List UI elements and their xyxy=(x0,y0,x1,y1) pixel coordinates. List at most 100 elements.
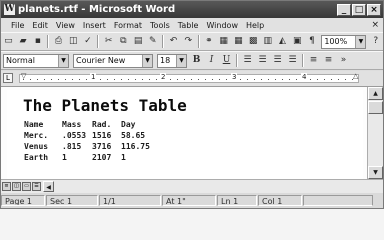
menu-help[interactable]: Help xyxy=(242,21,268,30)
formatting-toolbar: Normal ▼ Courier New ▼ 18 ▼ B I U ☰ ☰ ☰ … xyxy=(1,51,383,70)
menu-bar: File Edit View Insert Format Tools Table… xyxy=(1,18,383,32)
undo-icon[interactable]: ↶ xyxy=(167,35,180,48)
menu-table[interactable]: Table xyxy=(174,21,203,30)
header-cell: Name xyxy=(24,120,44,129)
ruler-number: 2 xyxy=(160,73,167,81)
status-line: Ln 1 xyxy=(217,195,257,206)
toolbar-separator xyxy=(197,35,200,48)
italic-button[interactable]: I xyxy=(205,54,218,67)
toolbar-separator xyxy=(162,35,165,48)
scroll-up-icon[interactable]: ▲ xyxy=(368,87,383,100)
cut-icon[interactable]: ✂ xyxy=(102,35,115,48)
bold-button[interactable]: B xyxy=(190,54,203,67)
underline-button[interactable]: U xyxy=(220,54,233,67)
save-icon[interactable]: ▪ xyxy=(31,35,44,48)
insert-table-icon[interactable]: ▦ xyxy=(232,35,245,48)
vertical-scrollbar[interactable]: ▲ ▼ xyxy=(367,87,383,179)
zoom-value: 100% xyxy=(324,36,348,46)
indent-marker-icon[interactable]: ▽ xyxy=(21,72,26,80)
format-painter-icon[interactable]: ✎ xyxy=(146,35,159,48)
table-row: Venus .815 3716 116.75 xyxy=(24,141,161,152)
status-page-of: 1/1 xyxy=(99,195,161,206)
insert-excel-icon[interactable]: ▩ xyxy=(247,35,260,48)
spelling-icon[interactable]: ✓ xyxy=(82,35,95,48)
header-cell: Mass xyxy=(62,120,82,129)
columns-icon[interactable]: ▥ xyxy=(261,35,274,48)
minimize-button[interactable]: _ xyxy=(337,3,351,16)
toolbar-separator xyxy=(47,35,50,48)
style-select[interactable]: Normal ▼ xyxy=(3,53,69,68)
paste-icon[interactable]: ▤ xyxy=(132,35,145,48)
font-size-value: 18 xyxy=(160,55,171,65)
bullets-icon[interactable]: ≡ xyxy=(322,54,335,67)
table-cell: .815 xyxy=(62,142,82,151)
tables-borders-icon[interactable]: ▦ xyxy=(217,35,230,48)
redo-icon[interactable]: ↷ xyxy=(182,35,195,48)
hyperlink-icon[interactable]: ⚭ xyxy=(203,35,216,48)
status-at: At 1" xyxy=(162,195,216,206)
title-bar[interactable]: W planets.rtf - Microsoft Word _ □ × xyxy=(1,1,383,18)
table-cell: 116.75 xyxy=(121,142,150,151)
help-icon[interactable]: ? xyxy=(369,35,382,48)
menu-window[interactable]: Window xyxy=(202,21,242,30)
maximize-button[interactable]: □ xyxy=(352,3,366,16)
outline-view-icon[interactable]: ☰ xyxy=(32,182,41,191)
print-preview-icon[interactable]: ◫ xyxy=(67,35,80,48)
new-document-icon[interactable]: ▭ xyxy=(2,35,15,48)
font-select[interactable]: Courier New ▼ xyxy=(73,53,153,68)
document-title: The Planets Table xyxy=(23,96,187,115)
table-cell: Merc. xyxy=(24,131,49,140)
close-button[interactable]: × xyxy=(367,3,381,16)
menu-edit[interactable]: Edit xyxy=(28,21,52,30)
normal-view-icon[interactable]: ≡ xyxy=(2,182,11,191)
menu-file[interactable]: File xyxy=(7,21,28,30)
ruler-track[interactable] xyxy=(19,74,359,83)
scroll-thumb[interactable] xyxy=(368,101,383,114)
toolbar-separator xyxy=(302,54,304,67)
justify-icon[interactable]: ☰ xyxy=(286,54,299,67)
menu-format[interactable]: Format xyxy=(110,21,146,30)
open-folder-icon[interactable]: ▰ xyxy=(17,35,30,48)
align-left-icon[interactable]: ☰ xyxy=(241,54,254,67)
table-cell: Venus xyxy=(24,142,49,151)
menu-view[interactable]: View xyxy=(52,21,79,30)
chevron-down-icon[interactable]: ▼ xyxy=(355,35,366,48)
chevron-down-icon[interactable]: ▼ xyxy=(142,54,152,67)
show-hide-icon[interactable]: ¶ xyxy=(306,35,319,48)
word-window: W planets.rtf - Microsoft Word _ □ × Fil… xyxy=(0,0,384,209)
document-page[interactable]: The Planets Table Name Mass Rad. Day Mer… xyxy=(7,90,363,179)
print-layout-view-icon[interactable]: ▭ xyxy=(22,182,31,191)
table-cell: 2107 xyxy=(92,153,112,162)
tab-selector[interactable]: L xyxy=(3,73,13,83)
status-column: Col 1 xyxy=(258,195,302,206)
close-document-icon[interactable]: × xyxy=(371,20,379,30)
right-indent-icon[interactable]: △ xyxy=(353,72,358,80)
document-map-icon[interactable]: ▣ xyxy=(291,35,304,48)
menu-tools[interactable]: Tools xyxy=(146,21,174,30)
table-row: Merc. .0553 1516 58.65 xyxy=(24,130,161,141)
status-page: Page 1 xyxy=(1,195,45,206)
chevron-down-icon[interactable]: ▼ xyxy=(176,54,186,67)
planets-table: Name Mass Rad. Day Merc. .0553 1516 58.6… xyxy=(24,119,161,163)
font-size-select[interactable]: 18 ▼ xyxy=(157,53,187,68)
drawing-icon[interactable]: ◭ xyxy=(276,35,289,48)
align-right-icon[interactable]: ☰ xyxy=(271,54,284,67)
style-value: Normal xyxy=(6,55,35,65)
window-title: planets.rtf - Microsoft Word xyxy=(18,4,176,15)
align-center-icon[interactable]: ☰ xyxy=(256,54,269,67)
web-layout-view-icon[interactable]: ◫ xyxy=(12,182,21,191)
chevron-down-icon[interactable]: ▼ xyxy=(58,54,68,67)
scroll-down-icon[interactable]: ▼ xyxy=(368,166,383,179)
print-icon[interactable]: ⎙ xyxy=(52,35,65,48)
scroll-left-icon[interactable]: ◀ xyxy=(43,181,54,192)
horizontal-scrollbar[interactable]: ≡ ◫ ▭ ☰ ◀ xyxy=(1,179,383,193)
table-cell: 3716 xyxy=(92,142,112,151)
word-icon[interactable]: W xyxy=(4,4,15,15)
menu-insert[interactable]: Insert xyxy=(79,21,110,30)
ruler-number: 4 xyxy=(301,73,308,81)
document-area[interactable]: The Planets Table Name Mass Rad. Day Mer… xyxy=(1,87,367,179)
toolbar-more-icon[interactable]: » xyxy=(337,54,350,67)
numbering-icon[interactable]: ≡ xyxy=(307,54,320,67)
copy-icon[interactable]: ⧉ xyxy=(117,35,130,48)
zoom-select[interactable]: 100% ▼ xyxy=(321,34,367,49)
